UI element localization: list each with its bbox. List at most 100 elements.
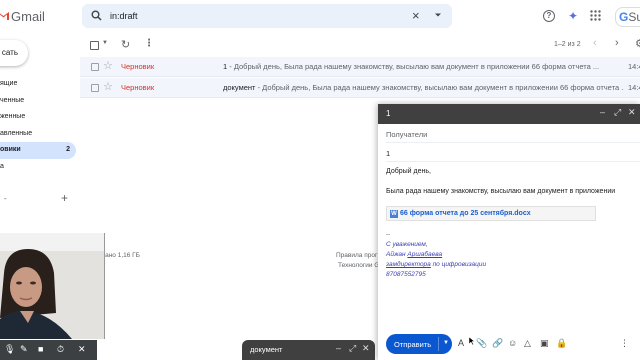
star-icon[interactable]: ☆ [103, 59, 113, 72]
refresh-icon[interactable]: ↻ [121, 38, 130, 51]
top-bar: Gmail in:draft × ? ✦ GSu [0, 0, 640, 34]
gemini-icon[interactable]: ✦ [568, 9, 578, 23]
minimized-draft-window[interactable]: документ – ⤢ ✕ [242, 340, 375, 360]
list-toolbar: ▼ ↻ ⋮ 1–2 из 2 ‹ › ⚙ [80, 36, 640, 56]
more-options-icon[interactable]: ⋮ [620, 338, 629, 349]
attachment-filename[interactable]: 66 форма отчета до 25 сентября.docx [400, 210, 531, 217]
sidebar-item-label: овики [0, 146, 21, 153]
mouse-cursor-icon [469, 337, 475, 345]
select-all-checkbox[interactable] [90, 41, 99, 50]
row-sender: Черновик [121, 83, 155, 92]
minimize-icon[interactable]: – [336, 343, 341, 353]
row-subject: 1 - Добрый день, Была рада нашему знаком… [223, 62, 623, 71]
signature-last-name: Аршабаева [407, 251, 443, 258]
gmail-logo-text[interactable]: Gmail [11, 9, 45, 24]
webcam-person-image [0, 233, 104, 339]
close-icon[interactable]: ✕ [362, 343, 370, 354]
sidebar-item-drafts[interactable]: овики 2 [0, 142, 76, 159]
insert-link-icon[interactable]: 🔗 [492, 338, 503, 349]
clear-search-icon[interactable]: × [412, 9, 420, 22]
search-icon[interactable] [91, 10, 102, 21]
chevron-left-icon[interactable]: ‹ [593, 37, 597, 49]
sidebar-item-label: а [0, 162, 4, 170]
attach-file-icon[interactable]: 📎 [476, 338, 487, 349]
divider [438, 337, 439, 351]
table-row[interactable]: ☆ Черновик документ - Добрый день, Была … [80, 78, 640, 98]
signature-block: -- С уважением, Айжан Аршабаева замдирек… [386, 230, 486, 280]
brand-logo-g: G [619, 10, 629, 24]
pagination-text: 1–2 из 2 [554, 41, 581, 48]
row-date: 14:4 [628, 83, 640, 92]
attachment-chip[interactable]: W 66 форма отчета до 25 сентября.docx [386, 206, 596, 221]
webcam-video [0, 233, 105, 339]
webcam-controls: 🎙 ✎ ■ ⏱ ✕ [0, 340, 97, 360]
send-button[interactable]: Отправить ▼ [386, 334, 452, 354]
search-bar[interactable]: in:draft × [82, 4, 452, 28]
technology-link[interactable]: Технологии G [338, 262, 379, 269]
signature-regards: С уважением, [386, 241, 428, 248]
apps-grid-icon[interactable] [590, 10, 601, 21]
divider [386, 161, 640, 162]
camera-icon[interactable]: ■ [38, 344, 43, 354]
account-brand[interactable]: GSu [615, 7, 640, 27]
lock-icon[interactable]: 🔒 [556, 338, 567, 349]
sidebar-item-snoozed[interactable]: женные [0, 109, 76, 126]
signature-first-name: Айжан [386, 251, 408, 258]
star-icon[interactable]: ☆ [103, 80, 113, 93]
row-sender: Черновик [121, 62, 155, 71]
body-text[interactable]: Была рада нашему знакомству, высылаю вам… [386, 188, 636, 195]
row-subject: документ - Добрый день, Была рада нашему… [223, 83, 623, 92]
settings-gear-icon[interactable]: ⚙ [635, 37, 640, 50]
row-snippet: - Добрый день, Была рада нашему знакомст… [255, 83, 623, 92]
close-icon[interactable]: ✕ [628, 107, 636, 118]
table-row[interactable]: ☆ Черновик 1 - Добрый день, Была рада на… [80, 57, 640, 77]
row-date: 14:4 [628, 62, 640, 71]
help-icon[interactable]: ? [543, 10, 555, 22]
add-label-button[interactable]: + [61, 191, 68, 205]
signature-title: замдиректора по цифровизации [386, 260, 486, 270]
send-button-label[interactable]: Отправить [394, 340, 431, 349]
emoji-icon[interactable]: ☺ [508, 338, 517, 348]
sidebar-item-label: женные [0, 113, 26, 120]
pen-icon[interactable]: ✎ [20, 344, 28, 355]
body-greeting[interactable]: Добрый день, [386, 168, 431, 175]
compose-window: 1 – ⤢ ✕ Получатели 1 Добрый день, Была р… [378, 104, 640, 360]
subject-field[interactable]: 1 [386, 149, 390, 158]
policy-link[interactable]: Правила прог [336, 252, 377, 259]
signature-title-a: замдиректора [386, 261, 431, 268]
compose-header[interactable]: 1 – ⤢ ✕ [378, 104, 640, 124]
sidebar-nav: ящие ченные женные авленные овики 2 а [0, 76, 76, 175]
row-checkbox[interactable] [91, 84, 99, 92]
gmail-logo-icon[interactable] [0, 10, 9, 20]
text-format-icon[interactable]: A [458, 338, 464, 348]
minimized-draft-title[interactable]: документ [250, 345, 282, 354]
signature-name: Айжан Аршабаева [386, 250, 486, 260]
compose-button[interactable]: сать [0, 40, 28, 66]
row-snippet: - Добрый день, Была рада нашему знакомст… [227, 62, 600, 71]
row-checkbox[interactable] [91, 63, 99, 71]
more-options-icon[interactable]: ⋮ [144, 38, 154, 49]
recipients-field[interactable]: Получатели [386, 130, 427, 139]
select-dropdown-icon[interactable]: ▼ [102, 40, 108, 46]
drafts-count: 2 [66, 146, 70, 153]
microphone-icon[interactable]: 🎙 [4, 344, 15, 355]
close-icon[interactable]: ✕ [78, 344, 86, 355]
sidebar-item-label: ченные [0, 96, 25, 104]
timer-icon[interactable]: ⏱ [57, 344, 64, 355]
labels-dash: - [4, 194, 7, 203]
sidebar-item-more[interactable]: а [0, 159, 76, 176]
sidebar-item-inbox[interactable]: ящие [0, 76, 76, 93]
search-options-icon[interactable] [434, 11, 442, 19]
minimize-icon[interactable]: – [600, 107, 605, 117]
send-options-icon[interactable]: ▼ [443, 340, 449, 346]
insert-photo-icon[interactable]: ▣ [540, 338, 549, 349]
expand-icon[interactable]: ⤢ [349, 343, 356, 354]
sidebar-item-label: ящие [0, 80, 18, 87]
signature-dash: -- [386, 231, 391, 238]
expand-icon[interactable]: ⤢ [614, 107, 621, 118]
chevron-right-icon[interactable]: › [615, 37, 619, 49]
sidebar-item-sent[interactable]: авленные [0, 126, 76, 143]
sidebar-item-starred[interactable]: ченные [0, 93, 76, 110]
drive-icon[interactable]: △ [524, 338, 531, 349]
search-input[interactable]: in:draft [110, 11, 138, 21]
